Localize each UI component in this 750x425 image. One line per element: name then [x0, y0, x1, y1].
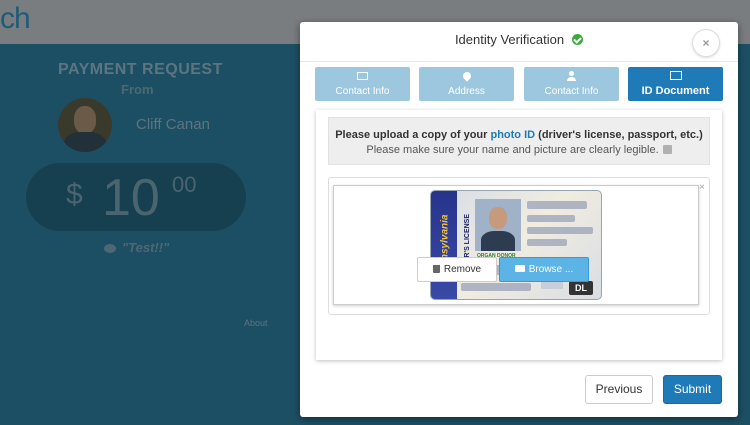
- tab-address[interactable]: Address: [419, 67, 514, 101]
- folder-open-icon: [514, 265, 525, 272]
- envelope-icon: [357, 72, 368, 80]
- check-circle-icon: [572, 34, 584, 45]
- user-icon: [567, 71, 576, 81]
- remove-preview-icon[interactable]: ×: [699, 182, 705, 193]
- tab-contact-info[interactable]: Contact Info: [315, 67, 410, 101]
- picture-icon: [669, 71, 682, 80]
- from-label: From: [121, 82, 154, 97]
- tab-label: Address: [448, 86, 485, 97]
- browse-label: Browse ...: [528, 264, 574, 275]
- modal-title-text: Identity Verification: [454, 32, 565, 47]
- photo-id-link[interactable]: photo ID: [490, 129, 535, 141]
- sender-name: Cliff Canan: [136, 116, 210, 133]
- browse-button[interactable]: Browse ...: [499, 257, 589, 282]
- tab-label: ID Document: [641, 85, 710, 97]
- tab-contact-info-2[interactable]: Contact Info: [524, 67, 619, 101]
- license-image: Pennsylvania DRIVER'S LICENSE ORGAN DONO…: [430, 190, 602, 300]
- trash-icon: [432, 265, 440, 273]
- memo-text: "Test!!": [122, 240, 170, 255]
- tab-label: Contact Info: [335, 86, 390, 97]
- close-button[interactable]: ×: [692, 29, 720, 57]
- upload-instructions: Please upload a copy of your photo ID (d…: [328, 117, 710, 165]
- tab-label: Contact Info: [544, 86, 599, 97]
- amount-cents: 00: [172, 172, 197, 197]
- currency-symbol: $: [66, 178, 83, 211]
- file-preview-frame: Pennsylvania DRIVER'S LICENSE ORGAN DONO…: [333, 185, 699, 305]
- previous-button[interactable]: Previous: [585, 375, 653, 404]
- file-preview-area: Pennsylvania DRIVER'S LICENSE ORGAN DONO…: [328, 177, 710, 315]
- instructions-line2: Please make sure your name and picture a…: [366, 144, 659, 156]
- about-link[interactable]: About: [244, 318, 268, 328]
- remove-label: Remove: [443, 264, 482, 275]
- amount-whole: 10: [102, 169, 160, 227]
- header-divider: [300, 61, 738, 62]
- memo: "Test!!": [104, 240, 169, 255]
- tab-id-document[interactable]: ID Document: [628, 67, 723, 101]
- remove-button[interactable]: Remove: [417, 257, 497, 282]
- comment-icon: [104, 244, 116, 253]
- license-class: DL: [569, 281, 593, 295]
- avatar: [58, 98, 112, 152]
- map-marker-icon: [460, 70, 473, 82]
- instructions-prefix: Please upload a copy of your: [335, 129, 491, 141]
- modal-title: Identity Verification: [300, 32, 738, 47]
- app-logo: ch: [0, 2, 31, 35]
- upload-panel: Please upload a copy of your photo ID (d…: [316, 110, 722, 360]
- identity-verification-modal: Identity Verification × Contact Info Add…: [300, 22, 738, 417]
- instructions-suffix: (driver's license, passport, etc.): [535, 129, 703, 141]
- submit-button[interactable]: Submit: [663, 375, 722, 404]
- thumbs-up-icon: [662, 145, 672, 154]
- payment-request-title: PAYMENT REQUEST: [58, 61, 223, 78]
